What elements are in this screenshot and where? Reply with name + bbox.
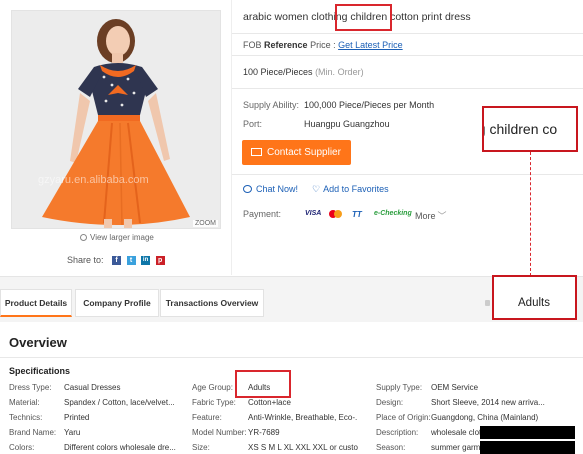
get-latest-price-link[interactable]: Get Latest Price — [338, 40, 403, 50]
chevron-down-icon: ﹀ — [437, 211, 447, 221]
specifications-heading: Specifications — [9, 366, 71, 376]
spec-label: Dress Type: — [9, 383, 52, 392]
tab-product-details[interactable]: Product Details — [0, 289, 72, 317]
chat-now-label: Chat Now! — [256, 184, 299, 194]
chat-now-link[interactable]: Chat Now! — [243, 184, 298, 194]
mastercard-icon — [329, 210, 342, 220]
spec-value: Spandex / Cotton, lace/velvet... — [64, 398, 175, 407]
spec-value: Printed — [64, 413, 90, 422]
pinterest-icon[interactable]: p — [155, 256, 165, 266]
linkedin-icon[interactable]: in — [141, 256, 151, 266]
zoom-callout-text: ng children co — [484, 121, 558, 137]
view-larger-label: View larger image — [90, 233, 154, 242]
zoom-callout-age-text: Adults — [518, 297, 550, 309]
more-payment-link[interactable]: More ﹀ — [415, 209, 447, 222]
divider — [232, 55, 583, 56]
column-divider — [231, 0, 232, 275]
chat-icon — [243, 185, 252, 193]
redaction-bar — [480, 441, 575, 454]
spec-label: Material: — [9, 398, 40, 407]
spec-label: Feature: — [192, 413, 222, 422]
contact-supplier-label: Contact Supplier — [267, 147, 341, 158]
callout-connector — [530, 152, 531, 276]
spec-label: Age Group: — [192, 383, 233, 392]
twitter-icon[interactable]: t — [126, 256, 136, 266]
payment-label: Payment: — [243, 209, 282, 219]
spec-label: Place of Origin: — [376, 413, 431, 422]
share-label: Share to: — [67, 255, 104, 265]
tab-transactions-overview[interactable]: Transactions Overview — [160, 289, 264, 317]
share-bar: Share to: f t in p — [67, 255, 165, 266]
spec-label: Fabric Type: — [192, 398, 236, 407]
spec-label: Supply Type: — [376, 383, 423, 392]
spec-label: Season: — [376, 443, 406, 452]
spec-value: Anti-Wrinkle, Breathable, Eco-... — [248, 413, 358, 422]
facebook-icon[interactable]: f — [112, 256, 122, 266]
supply-ability-value: 100,000 Piece/Pieces per Month — [304, 100, 435, 110]
spec-value: XS S M L XL XXL XXL or custo... — [248, 443, 358, 452]
spec-value: Casual Dresses — [64, 383, 121, 392]
zoom-callout-title: ng children co — [482, 106, 578, 152]
min-order: 100 Piece/Pieces (Min. Order) — [243, 67, 364, 77]
more-label: More — [415, 211, 436, 221]
divider — [0, 357, 583, 358]
fob-price: FOB Reference Price : Get Latest Price — [243, 40, 403, 50]
redaction-bar — [480, 426, 575, 439]
spec-label: Technics: — [9, 413, 43, 422]
magnifier-icon — [80, 234, 87, 241]
divider — [232, 88, 583, 89]
lock-icon — [485, 300, 490, 306]
zoom-callout-age: Adults — [492, 275, 577, 320]
visa-icon: VISA — [305, 210, 322, 217]
port-label: Port: — [243, 119, 263, 129]
spec-value: Different colors wholesale dre... — [64, 443, 176, 452]
spec-label: Model Number: — [192, 428, 247, 437]
spec-value: summer garm — [431, 443, 481, 452]
port-value: Huangpu Guangzhou — [304, 119, 390, 129]
highlight-age-group — [235, 370, 291, 398]
spec-value: Guangdong, China (Mainland) — [431, 413, 539, 422]
spec-value: OEM Service — [431, 383, 479, 392]
add-to-favorites-link[interactable]: ♡ Add to Favorites — [312, 184, 389, 195]
spec-value: Cotton+lace — [248, 398, 291, 407]
product-image[interactable]: gzyaru.en.alibaba.com ZOOM — [11, 10, 221, 229]
heart-icon: ♡ — [312, 184, 321, 194]
add-favorites-label: Add to Favorites — [323, 184, 389, 194]
spec-label: Colors: — [9, 443, 35, 452]
spec-value: Short Sleeve, 2014 new arriva... — [431, 398, 545, 407]
view-larger-link[interactable]: View larger image — [80, 233, 154, 242]
spec-label: Size: — [192, 443, 210, 452]
zoom-tag[interactable]: ZOOM — [193, 220, 218, 227]
supply-ability-label: Supply Ability: — [243, 100, 300, 110]
divider — [232, 33, 583, 34]
spec-value: Yaru — [64, 428, 81, 437]
spec-label: Brand Name: — [9, 428, 57, 437]
spec-value: wholesale clot — [431, 428, 481, 437]
contact-supplier-button[interactable]: Contact Supplier — [242, 140, 351, 165]
spec-value: YR-7689 — [248, 428, 280, 437]
echecking-icon: e-Checking — [374, 210, 412, 217]
overview-heading: Overview — [9, 335, 67, 350]
tab-company-profile[interactable]: Company Profile — [75, 289, 159, 317]
mail-icon — [251, 148, 262, 156]
spec-label: Design: — [376, 398, 404, 407]
dress-photo: gzyaru.en.alibaba.com — [12, 11, 220, 228]
highlight-title-children — [335, 4, 392, 31]
watermark: gzyaru.en.alibaba.com — [38, 174, 149, 186]
spec-label: Description: — [376, 428, 419, 437]
tt-icon: TT — [352, 210, 362, 219]
